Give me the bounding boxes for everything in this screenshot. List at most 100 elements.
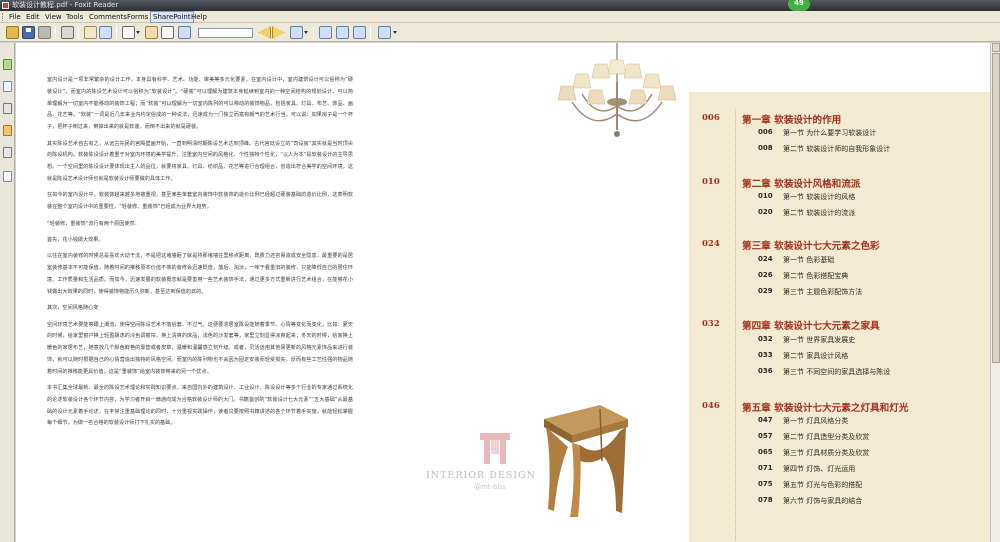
article-paragraph: 在如今的室内设计中，软装饰越来越多地被重视，甚至某些单套室内装饰中软装饰的造价比…: [47, 192, 353, 211]
page-icon[interactable]: [122, 26, 135, 39]
scrollbar-thumb[interactable]: [992, 53, 1000, 363]
rotate-icon[interactable]: [353, 26, 366, 39]
find-next-icon[interactable]: [272, 26, 285, 39]
toc-section-page[interactable]: 032: [758, 335, 773, 343]
toc-section-title[interactable]: 第四节 灯饰、灯光运用: [783, 464, 855, 474]
chevron-down-icon[interactable]: [136, 31, 140, 34]
toc-section-title[interactable]: 第一节 软装设计的风格: [783, 192, 855, 202]
toc-section-page[interactable]: 075: [758, 480, 773, 488]
fit-page-icon[interactable]: [319, 26, 332, 39]
toc-section-page[interactable]: 065: [758, 448, 773, 456]
print-icon[interactable]: [61, 26, 74, 39]
menubar-grip[interactable]: [2, 13, 4, 21]
toc-section-page[interactable]: 029: [758, 287, 773, 295]
toc-section-title[interactable]: 第二节 色彩搭配宝典: [783, 271, 848, 281]
open-icon[interactable]: [6, 26, 19, 39]
chevron-down-icon[interactable]: [304, 31, 308, 34]
hand-icon[interactable]: [145, 26, 158, 39]
menu-comments[interactable]: Comments: [87, 11, 129, 23]
watermark-text: INTERIOR DESIGN: [426, 470, 536, 481]
bookmarks-icon[interactable]: [3, 59, 12, 70]
pages-icon[interactable]: [3, 81, 12, 92]
toolbar-separator: [78, 26, 79, 39]
toc-chapter-title[interactable]: 第四章 软装设计七大元素之家具: [742, 318, 880, 332]
toc-section-page[interactable]: 024: [758, 255, 773, 263]
toc-section-title[interactable]: 第三节 灯具材质分类及欣赏: [783, 448, 869, 458]
toc-section-page[interactable]: 033: [758, 351, 773, 359]
menu-tools[interactable]: Tools: [64, 11, 85, 23]
find-prev-icon[interactable]: [258, 26, 271, 39]
toolbar-separator: [116, 26, 117, 39]
toc-section-title[interactable]: 第三节 不同空间的家具选择与陈设: [783, 367, 890, 377]
toc-chapter-title[interactable]: 第一章 软装设计的作用: [742, 112, 841, 126]
toc-section-page[interactable]: 006: [758, 128, 773, 136]
toc-section-page[interactable]: 010: [758, 192, 773, 200]
toc-section-title[interactable]: 第二节 灯具造型分类及欣赏: [783, 432, 869, 442]
foxit-app-icon[interactable]: [2, 2, 9, 9]
chandelier-image: [557, 43, 677, 137]
window-title: 软装设计教程.pdf - Foxit Reader: [12, 1, 119, 9]
zoom-icon[interactable]: [290, 26, 303, 39]
article-paragraph: 本书汇集全球最新、最全的陈设艺术理论和实践知识要点，来自国内外的建筑设计、工业设…: [47, 385, 353, 427]
toc-chapter-page[interactable]: 032: [702, 319, 720, 329]
toc-chapter-title[interactable]: 第二章 软装设计风格和流派: [742, 176, 860, 190]
toc-section-title[interactable]: 第二节 软装设计师的自我形象设计: [783, 144, 890, 154]
toc-section-title[interactable]: 第三节 主题色彩配饰方法: [783, 287, 862, 297]
toc-section-title[interactable]: 第一节 色彩基础: [783, 255, 834, 265]
toolbar-separator: [313, 26, 314, 39]
menu-file[interactable]: File: [7, 11, 23, 23]
toc-section-title[interactable]: 第一节 世界家具发展史: [783, 335, 855, 345]
comments-icon[interactable]: [3, 125, 12, 136]
find-icon[interactable]: [178, 26, 191, 39]
toolbar-separator: [55, 26, 56, 39]
layers-icon[interactable]: [3, 103, 12, 114]
article-paragraph: “轻装修，重装饰”流行有两个原因使然：: [47, 220, 140, 227]
toc-chapter-title[interactable]: 第三章 软装设计七大元素之色彩: [742, 238, 880, 252]
toc-section-page[interactable]: 047: [758, 416, 773, 424]
menu-sharepoint[interactable]: SharePoint: [150, 11, 194, 23]
vertical-scrollbar[interactable]: [990, 43, 1000, 542]
toc-section-page[interactable]: 078: [758, 496, 773, 504]
toc-section-title[interactable]: 第二节 软装设计的流派: [783, 208, 855, 218]
watermark-subtext: @mt-bbs: [474, 483, 506, 491]
toc-section-page[interactable]: 036: [758, 367, 773, 375]
navigation-pane: [0, 43, 15, 542]
signatures-icon[interactable]: [3, 171, 12, 182]
menu-view[interactable]: View: [43, 11, 64, 23]
toc-section-title[interactable]: 第五节 灯光与色彩的搭配: [783, 480, 862, 490]
layout-icon[interactable]: [378, 26, 391, 39]
find-input[interactable]: [198, 28, 253, 38]
select-text-icon[interactable]: [161, 26, 174, 39]
toc-section-page[interactable]: 008: [758, 144, 773, 152]
toc-section-title[interactable]: 第二节 家具设计风格: [783, 351, 848, 361]
toc-chapter-page[interactable]: 010: [702, 177, 720, 187]
scan-icon[interactable]: [38, 26, 51, 39]
toc-chapter-title[interactable]: 第五章 软装设计七大元素之灯具和灯光: [742, 400, 908, 414]
toc-chapter-page[interactable]: 024: [702, 239, 720, 249]
menu-help[interactable]: Help: [189, 11, 209, 23]
toc-section-page[interactable]: 026: [758, 271, 773, 279]
title-bar: 软装设计教程.pdf - Foxit Reader 49: [0, 0, 1000, 11]
toc-section-title[interactable]: 第一节 灯具风格分类: [783, 416, 848, 426]
scroll-up-icon[interactable]: [992, 43, 1000, 52]
toc-section-page[interactable]: 020: [758, 208, 773, 216]
toc-chapter-page[interactable]: 006: [702, 113, 720, 123]
fit-width-icon[interactable]: [336, 26, 349, 39]
toc-chapter-page[interactable]: 046: [702, 401, 720, 411]
toc-section-page[interactable]: 057: [758, 432, 773, 440]
save-icon[interactable]: [22, 26, 35, 39]
toc-section-page[interactable]: 071: [758, 464, 773, 472]
notification-badge[interactable]: 49: [788, 0, 810, 11]
menu-edit[interactable]: Edit: [24, 11, 42, 23]
email-icon[interactable]: [84, 26, 97, 39]
chevron-down-icon[interactable]: [393, 31, 397, 34]
menu-forms[interactable]: Forms: [125, 11, 150, 23]
page-setup-icon[interactable]: [99, 26, 112, 39]
article-paragraph: 室内设计是一项非常繁杂的设计工作，本身具有科学、艺术、功能、审美等多元化要素。在…: [47, 77, 353, 131]
toc-section-title[interactable]: 第六节 灯饰与家具的结合: [783, 496, 862, 506]
document-view[interactable]: 室内设计是一项非常繁杂的设计工作，本身具有科学、艺术、功能、审美等多元化要素。在…: [16, 43, 990, 542]
intro-article: 室内设计是一项非常繁杂的设计工作，本身具有科学、艺术、功能、审美等多元化要素。在…: [47, 75, 353, 435]
foxit-reader-window: 软装设计教程.pdf - Foxit Reader 49 File Edit V…: [0, 0, 1000, 542]
attachments-icon[interactable]: [3, 147, 12, 158]
toc-section-title[interactable]: 第一节 为什么要学习软装设计: [783, 128, 876, 138]
